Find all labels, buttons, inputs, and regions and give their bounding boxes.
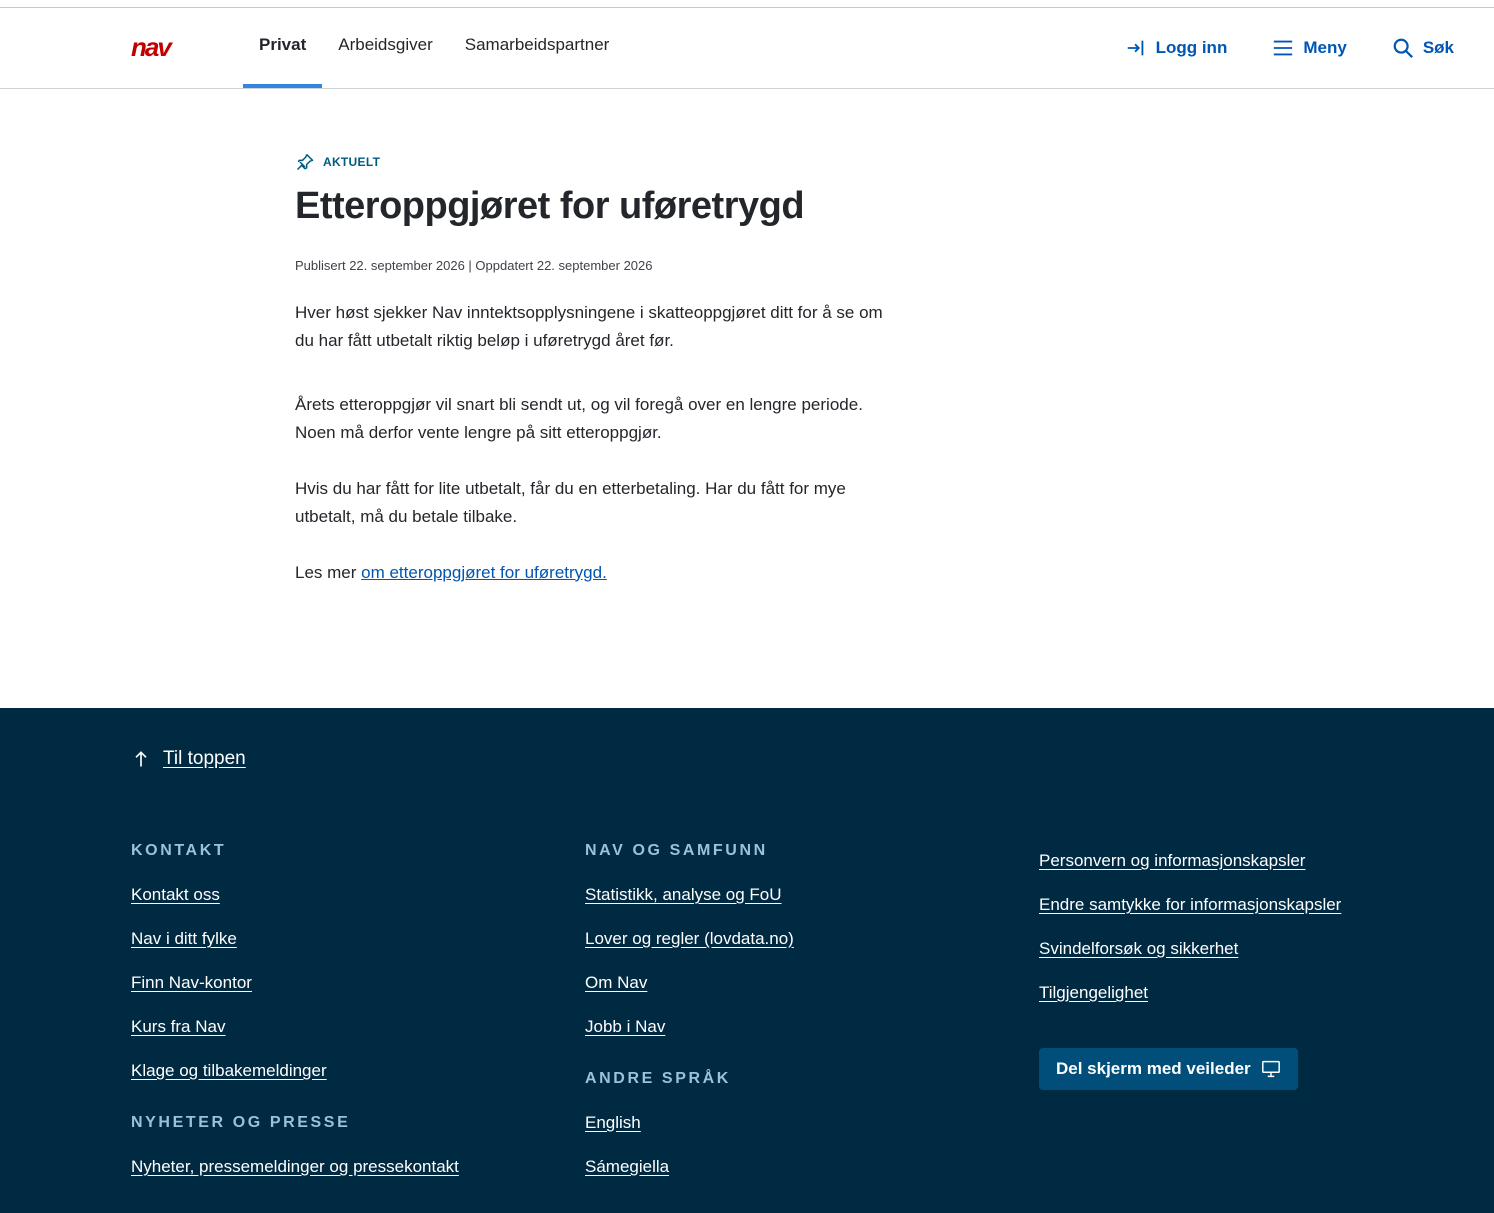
search-icon — [1393, 38, 1413, 58]
footer-link-jobb-i-nav[interactable]: Jobb i Nav — [585, 1015, 794, 1059]
publish-date: Publisert 22. september 2026 | Oppdatert… — [295, 257, 653, 273]
footer-link-svindel[interactable]: Svindelforsøk og sikkerhet — [1039, 937, 1341, 981]
arrow-up-icon — [135, 751, 147, 767]
nav-logo-icon: nav — [131, 32, 175, 62]
share-screen-label: Del skjerm med veileder — [1056, 1059, 1251, 1078]
footer-heading-sprak: ANDRE SPRÅK — [585, 1070, 731, 1087]
footer-link-personvern[interactable]: Personvern og informasjonskapsler — [1039, 849, 1341, 893]
site-header: nav Privat Arbeidsgiver Samarbeidspartne… — [0, 8, 1494, 89]
footer-link-finn-nav-kontor[interactable]: Finn Nav-kontor — [131, 971, 459, 1015]
menu-label: Meny — [1303, 38, 1347, 57]
top-border — [0, 0, 1494, 8]
footer-link-lover-og-regler[interactable]: Lover og regler (lovdata.no) — [585, 927, 794, 971]
footer-link-tilgjengelighet[interactable]: Tilgjengelighet — [1039, 981, 1341, 1025]
article-tag-label: AKTUELT — [323, 155, 381, 169]
footer-heading-nyheter: NYHETER OG PRESSE — [131, 1114, 351, 1131]
audience-tabs: Privat Arbeidsgiver Samarbeidspartner — [243, 8, 625, 88]
article-paragraph: Hver høst sjekker Nav inntektsopplysning… — [295, 302, 883, 350]
share-screen-button[interactable]: Del skjerm med veileder — [1039, 1048, 1298, 1090]
footer-link-samegiella[interactable]: Sámegiella — [585, 1155, 794, 1199]
header-actions: Logg inn Meny Søk — [1080, 8, 1454, 88]
tab-privat[interactable]: Privat — [243, 8, 323, 88]
footer-link-nyheter[interactable]: Nyheter, pressemeldinger og pressekontak… — [131, 1155, 459, 1199]
footer-link-kurs-fra-nav[interactable]: Kurs fra Nav — [131, 1015, 459, 1059]
login-button[interactable]: Logg inn — [1125, 37, 1228, 59]
article-tag: AKTUELT — [295, 152, 895, 172]
search-button[interactable]: Søk — [1392, 37, 1454, 59]
footer-column-personvern: Personvern og informasjonskapsler Endre … — [1039, 849, 1341, 1025]
article-paragraph: Årets etteroppgjør vil snart bli sendt u… — [295, 394, 863, 442]
tab-samarbeidspartner[interactable]: Samarbeidspartner — [449, 8, 626, 88]
footer-link-statistikk[interactable]: Statistikk, analyse og FoU — [585, 883, 794, 927]
footer-link-klage[interactable]: Klage og tilbakemeldinger — [131, 1059, 459, 1103]
nav-logo[interactable]: nav — [131, 32, 195, 62]
footer-column-samfunn: NAV OG SAMFUNN Statistikk, analyse og Fo… — [585, 841, 794, 1199]
back-to-top-label: Til toppen — [163, 748, 246, 769]
site-footer: Til toppen KONTAKT Kontakt oss Nav i dit… — [0, 708, 1494, 1213]
footer-heading-samfunn: NAV OG SAMFUNN — [585, 842, 768, 859]
article-paragraph: Hvis du har fått for lite utbetalt, får … — [295, 478, 846, 526]
read-more-link[interactable]: om etteroppgjøret for uføretrygd. — [361, 563, 607, 582]
footer-link-om-nav[interactable]: Om Nav — [585, 971, 794, 1015]
footer-link-english[interactable]: English — [585, 1111, 794, 1155]
tab-arbeidsgiver[interactable]: Arbeidsgiver — [322, 8, 449, 88]
footer-link-nav-i-ditt-fylke[interactable]: Nav i ditt fylke — [131, 927, 459, 971]
footer-heading-kontakt: KONTAKT — [131, 842, 227, 859]
search-label: Søk — [1422, 38, 1454, 57]
article: AKTUELT Etteroppgjøret for uføretrygd Pu… — [295, 152, 895, 587]
back-to-top-link[interactable]: Til toppen — [131, 748, 246, 770]
menu-button[interactable]: Meny — [1272, 37, 1347, 59]
hamburger-icon — [1274, 40, 1293, 56]
article-paragraph: Les mer om etteroppgjøret for uføretrygd… — [295, 559, 895, 587]
svg-text:nav: nav — [131, 37, 173, 59]
monitor-icon — [1261, 1060, 1280, 1078]
read-more-prefix: Les mer — [295, 562, 362, 582]
footer-link-kontakt-oss[interactable]: Kontakt oss — [131, 883, 459, 927]
login-label: Logg inn — [1155, 38, 1228, 57]
footer-column-kontakt: KONTAKT Kontakt oss Nav i ditt fylke Fin… — [131, 841, 459, 1199]
page-title: Etteroppgjøret for uføretrygd — [295, 185, 805, 227]
login-icon — [1127, 40, 1143, 56]
pin-icon — [296, 153, 314, 171]
footer-link-endre-samtykke[interactable]: Endre samtykke for informasjonskapsler — [1039, 893, 1341, 937]
